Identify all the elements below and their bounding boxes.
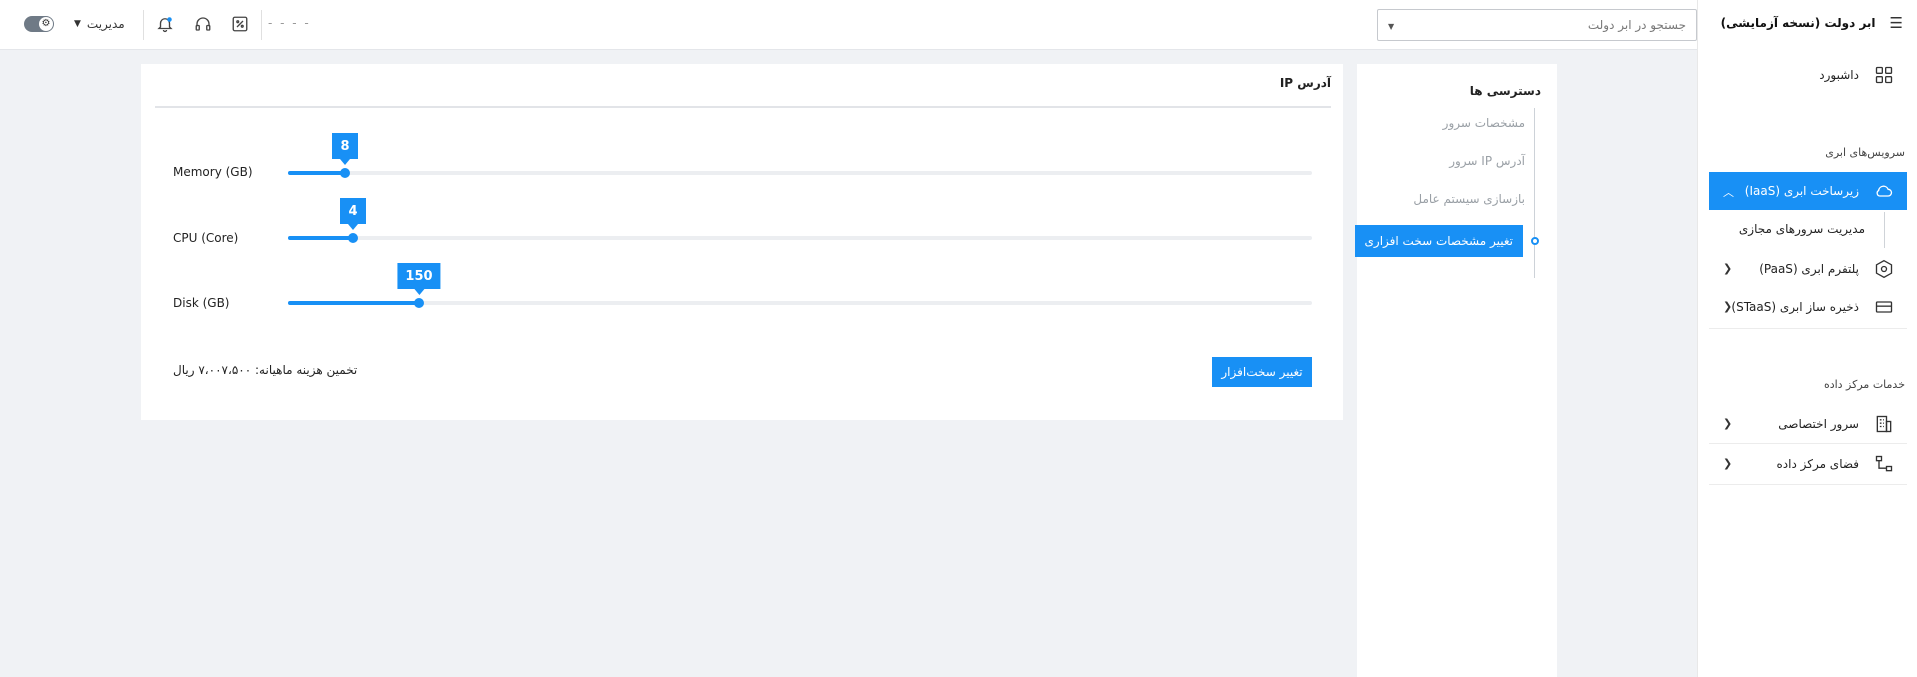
slider-thumb[interactable] bbox=[348, 233, 358, 243]
divider bbox=[155, 106, 1331, 108]
building-icon bbox=[1873, 413, 1895, 435]
slider-fill bbox=[288, 236, 353, 240]
slider-fill bbox=[288, 171, 345, 175]
slider-thumb[interactable] bbox=[340, 168, 350, 178]
bell-icon[interactable] bbox=[154, 13, 176, 35]
grid-icon bbox=[1873, 64, 1895, 86]
admin-menu[interactable]: ▼ مدیریت bbox=[74, 14, 125, 34]
slider-thumb[interactable] bbox=[414, 298, 424, 308]
sidebar-item-label: سرور اختصاصی bbox=[1778, 417, 1859, 431]
access-title: دسترسی ها bbox=[1469, 84, 1541, 98]
hamburger-icon[interactable]: ☰ bbox=[1890, 14, 1903, 32]
divider bbox=[1709, 443, 1907, 444]
loading-dots: - - - - bbox=[268, 16, 311, 30]
submenu-vm-management[interactable]: مدیریت سرورهای مجازی bbox=[1739, 222, 1865, 236]
cpu-slider[interactable]: 4 bbox=[288, 198, 1312, 243]
access-item-server-specs[interactable]: مشخصات سرور bbox=[1443, 116, 1525, 130]
sidebar-item-staas[interactable]: ذخیره ساز ابری (STaaS) ❮ bbox=[1709, 288, 1907, 326]
access-item-hardware-change[interactable]: تغییر مشخصات سخت افزاری bbox=[1355, 225, 1523, 257]
section-heading-datacenter: خدمات مرکز داده bbox=[1823, 378, 1905, 391]
sidebar-item-label: داشبورد bbox=[1819, 68, 1859, 82]
sidebar-item-label: پلتفرم ابری (PaaS) bbox=[1759, 262, 1859, 276]
sidebar: ☰ ابر دولت (نسخه آزمایشی) داشبورد سرویس‌… bbox=[1697, 0, 1917, 677]
chevron-left-icon: ❮ bbox=[1723, 457, 1733, 470]
timeline-dot bbox=[1531, 237, 1539, 245]
slider-value-bubble: 150 bbox=[397, 263, 441, 295]
access-timeline bbox=[1534, 108, 1535, 278]
slider-label-cpu: CPU (Core) bbox=[173, 231, 239, 245]
access-panel: دسترسی ها مشخصات سرور آدرس IP سرور بازسا… bbox=[1355, 64, 1557, 677]
divider bbox=[143, 10, 144, 40]
sidebar-item-datacenter-space[interactable]: فضای مرکز داده ❮ bbox=[1709, 445, 1907, 483]
section-heading-cloud: سرویس‌های ابری bbox=[1825, 146, 1905, 159]
chevron-up-icon: ︿ bbox=[1723, 186, 1734, 199]
sidebar-item-label: زیرساخت ابری (IaaS) bbox=[1744, 184, 1859, 198]
sidebar-item-label: ذخیره ساز ابری (STaaS) bbox=[1731, 300, 1859, 314]
app-title: ابر دولت (نسخه آزمایشی) bbox=[1720, 16, 1876, 30]
search-placeholder: جستجو در ابر دولت bbox=[1587, 18, 1686, 32]
chevron-left-icon: ❮ bbox=[1723, 417, 1733, 430]
slider-value-bubble: 8 bbox=[332, 133, 358, 165]
chevron-down-icon: ▼ bbox=[74, 19, 81, 29]
card-title: آدرس IP bbox=[1279, 76, 1331, 90]
access-item-os-rebuild[interactable]: بازسازی سیستم عامل bbox=[1413, 192, 1525, 206]
gear-icon: ⚙ bbox=[39, 17, 53, 31]
hardware-card: آدرس IP Memory (GB) 8 CPU (Core) 4 Disk … bbox=[141, 64, 1343, 420]
percent-icon[interactable] bbox=[229, 13, 251, 35]
hexagon-icon bbox=[1873, 258, 1895, 280]
search-select[interactable]: جستجو در ابر دولت ▼ bbox=[1377, 9, 1697, 41]
divider bbox=[1709, 328, 1907, 329]
storage-icon bbox=[1873, 296, 1895, 318]
sidebar-item-iaas[interactable]: زیرساخت ابری (IaaS) ︿ bbox=[1709, 172, 1907, 210]
access-item-server-ip[interactable]: آدرس IP سرور bbox=[1449, 154, 1525, 168]
headset-icon[interactable] bbox=[192, 13, 214, 35]
slider-fill bbox=[288, 301, 419, 305]
top-header: ⚙ ▼ مدیریت - - - - جستجو در ابر دولت ▼ bbox=[0, 0, 1697, 50]
chevron-left-icon: ❮ bbox=[1723, 262, 1733, 275]
change-hardware-button[interactable]: تغییر سخت‌افزار bbox=[1212, 357, 1312, 387]
memory-slider[interactable]: 8 bbox=[288, 133, 1312, 178]
sidebar-item-dedicated-server[interactable]: سرور اختصاصی ❮ bbox=[1709, 405, 1907, 443]
slider-label-disk: Disk (GB) bbox=[173, 296, 230, 310]
disk-slider[interactable]: 150 bbox=[288, 263, 1312, 308]
sidebar-header: ☰ ابر دولت (نسخه آزمایشی) bbox=[1698, 0, 1917, 46]
submenu-line bbox=[1884, 212, 1885, 248]
sidebar-item-dashboard[interactable]: داشبورد bbox=[1709, 56, 1907, 94]
network-icon bbox=[1873, 453, 1895, 475]
divider bbox=[1709, 484, 1907, 485]
monthly-cost-estimate: تخمین هزینه ماهیانه: ۷،۰۰۷،۵۰۰ ریال bbox=[173, 363, 358, 377]
cloud-icon bbox=[1873, 180, 1895, 202]
theme-toggle[interactable]: ⚙ bbox=[24, 16, 54, 32]
divider bbox=[261, 10, 262, 40]
sidebar-item-paas[interactable]: پلتفرم ابری (PaaS) ❮ bbox=[1709, 250, 1907, 288]
sidebar-item-label: فضای مرکز داده bbox=[1776, 457, 1859, 471]
caret-down-icon: ▼ bbox=[1388, 22, 1395, 31]
chevron-left-icon: ❮ bbox=[1723, 300, 1733, 313]
slider-value-bubble: 4 bbox=[340, 198, 366, 230]
admin-label: مدیریت bbox=[86, 17, 125, 31]
slider-label-memory: Memory (GB) bbox=[173, 165, 253, 179]
